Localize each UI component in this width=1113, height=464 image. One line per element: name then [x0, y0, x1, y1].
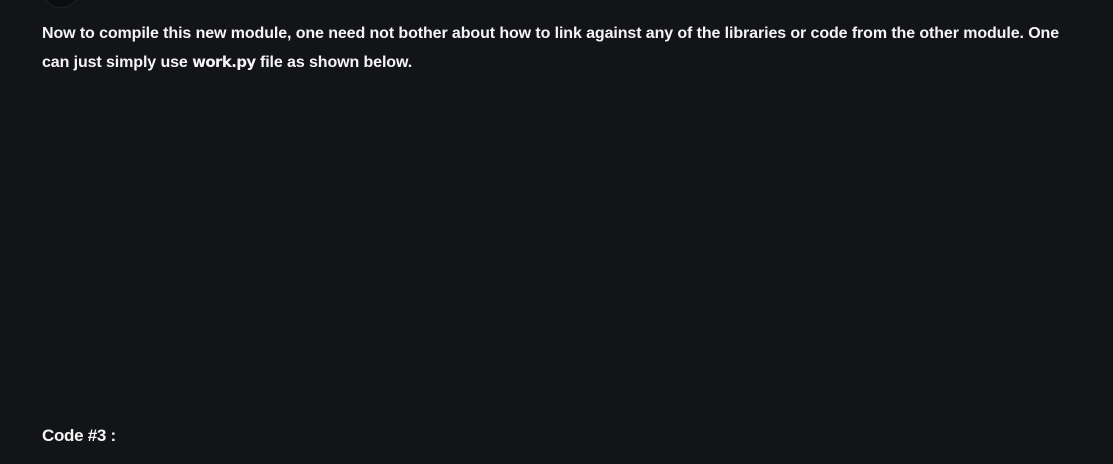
paragraph-text-after: file as shown below.: [255, 54, 413, 71]
inline-code-filename: work.py: [192, 53, 256, 71]
article-paragraph: Now to compile this new module, one need…: [42, 20, 1082, 77]
avatar: [42, 0, 80, 8]
code-heading: Code #3 :: [42, 426, 116, 445]
